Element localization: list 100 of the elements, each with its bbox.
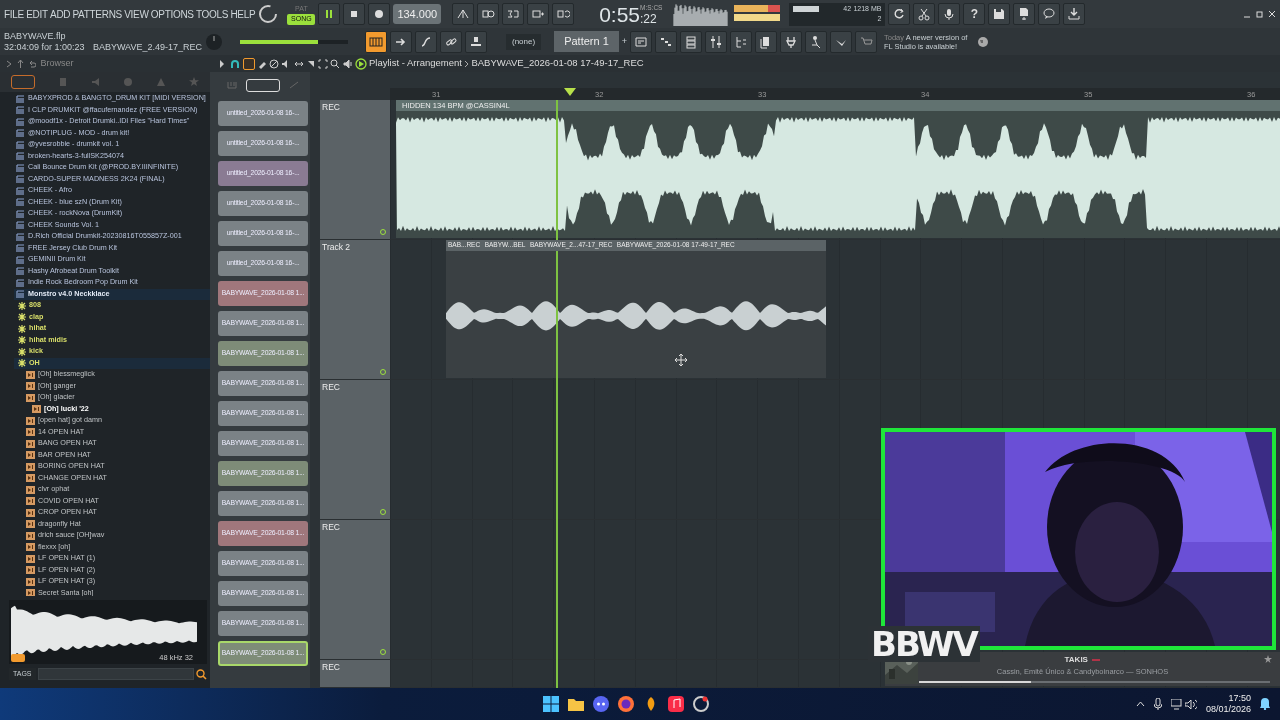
asterisk-icon (18, 336, 26, 345)
audio-file-icon (26, 439, 35, 448)
folder-icon[interactable] (568, 697, 584, 711)
playlist-icon[interactable] (354, 57, 367, 70)
drum-kit-icon (16, 129, 25, 138)
tool-button[interactable] (552, 3, 575, 25)
tool-button[interactable] (755, 30, 778, 53)
menu-item[interactable]: HELP (230, 6, 256, 22)
back-icon[interactable] (28, 59, 36, 68)
clock-date[interactable]: 08/01/2026 (1205, 704, 1251, 716)
audio-file-icon (26, 577, 35, 586)
tool-icon (481, 7, 496, 21)
volume-slider[interactable] (240, 39, 348, 44)
browser-tab[interactable] (11, 75, 36, 89)
asterisk-icon (18, 359, 26, 368)
tool-button[interactable] (655, 30, 678, 53)
tool-button[interactable] (452, 3, 475, 25)
audio-file-icon (26, 508, 35, 517)
windows-icon[interactable] (543, 696, 559, 712)
tags-field[interactable] (37, 668, 194, 680)
restore-icon[interactable] (1255, 10, 1264, 18)
tool-button[interactable] (780, 30, 803, 53)
tool-button[interactable] (805, 30, 828, 53)
play-button[interactable] (11, 654, 25, 662)
project-file: BABYWAVE.flp (4, 31, 67, 42)
microphone-button[interactable] (938, 3, 961, 25)
download-button[interactable] (1063, 3, 1086, 25)
refresh-button[interactable] (888, 3, 911, 25)
bell-icon[interactable] (1260, 698, 1270, 710)
tool-icon (506, 7, 521, 21)
pattern-selector[interactable]: Pattern 1 (554, 31, 619, 52)
microphone-icon[interactable] (1153, 698, 1162, 710)
stop-button[interactable] (343, 3, 366, 25)
star-icon[interactable] (1264, 655, 1272, 663)
save-button[interactable] (988, 3, 1011, 25)
close-icon[interactable] (1268, 10, 1276, 18)
menu-item[interactable]: VIEW (124, 6, 149, 22)
piano-icon[interactable] (365, 30, 387, 53)
track-dot-icon[interactable] (380, 649, 386, 655)
save-button[interactable] (1013, 3, 1036, 25)
tempo-field[interactable]: 134.000 (393, 3, 442, 25)
menu-item[interactable]: PATTERNS (72, 6, 122, 22)
track-name[interactable]: REC (322, 521, 340, 534)
tool-button[interactable] (630, 30, 653, 53)
tool-button[interactable] (705, 30, 728, 53)
knob-icon[interactable] (205, 32, 223, 51)
add-pattern-button[interactable]: + (621, 34, 628, 49)
track-name[interactable]: REC (322, 381, 340, 394)
tool-button[interactable] (680, 30, 703, 53)
tool-button[interactable] (502, 3, 525, 25)
chevron-icon[interactable] (6, 59, 12, 68)
globe-icon[interactable] (977, 35, 990, 48)
chevron-up-icon[interactable] (1135, 701, 1145, 707)
capture-app-icon[interactable] (693, 696, 709, 712)
menu-item[interactable]: EDIT (26, 6, 48, 22)
chat-button[interactable] (1038, 3, 1061, 25)
track-name[interactable]: REC (322, 661, 340, 674)
clock-time[interactable]: 17:50 (1205, 692, 1251, 704)
record-button[interactable] (368, 3, 391, 25)
channel-selector[interactable]: (none) (506, 33, 542, 50)
audio-file-icon (26, 474, 35, 483)
arrow-button[interactable] (390, 30, 412, 53)
menu-item[interactable]: FILE (4, 6, 24, 22)
track-dot-icon[interactable] (380, 369, 386, 375)
menu-item[interactable]: OPTIONS (150, 6, 194, 22)
track-dot-icon[interactable] (380, 509, 386, 515)
track-name[interactable]: Track 2 (322, 241, 351, 254)
help-button[interactable]: ? (963, 3, 986, 25)
chat-app-icon[interactable] (593, 696, 609, 712)
stamp-button[interactable] (465, 30, 487, 53)
menu-item[interactable]: ADD (50, 6, 71, 22)
browser-title: Browser (40, 56, 74, 70)
link-button[interactable] (440, 30, 462, 53)
audio-clips-tab[interactable] (246, 78, 280, 92)
menu-item[interactable]: TOOLS (195, 6, 229, 22)
search-icon[interactable] (196, 668, 207, 680)
tool-icon[interactable] (318, 58, 328, 69)
tool-icon[interactable] (269, 58, 279, 69)
drum-kit-icon (16, 209, 25, 218)
tool-button[interactable] (477, 3, 500, 25)
pencil-button[interactable] (242, 57, 255, 70)
track-name[interactable]: REC (322, 101, 340, 114)
tool-icon[interactable] (230, 58, 241, 69)
tool-icon[interactable] (330, 58, 341, 69)
tool-button[interactable] (527, 3, 550, 25)
up-arrow-icon[interactable] (16, 59, 24, 68)
tool-button[interactable] (830, 30, 853, 53)
tool-button[interactable] (730, 30, 753, 53)
speaker-icon[interactable] (1184, 698, 1197, 710)
cable-button[interactable] (415, 30, 437, 53)
tool-icon[interactable] (342, 58, 353, 69)
scissors-button[interactable] (913, 3, 936, 25)
browser-app-icon[interactable] (618, 696, 634, 712)
pause-button[interactable] (318, 3, 341, 25)
playhead-marker-icon[interactable] (564, 88, 576, 96)
monitor-icon[interactable] (1170, 698, 1183, 710)
track-dot-icon[interactable] (380, 229, 386, 235)
drum-kit-icon (16, 94, 25, 103)
time-display: 0:55 (599, 3, 640, 25)
music-app-icon[interactable] (668, 696, 684, 712)
